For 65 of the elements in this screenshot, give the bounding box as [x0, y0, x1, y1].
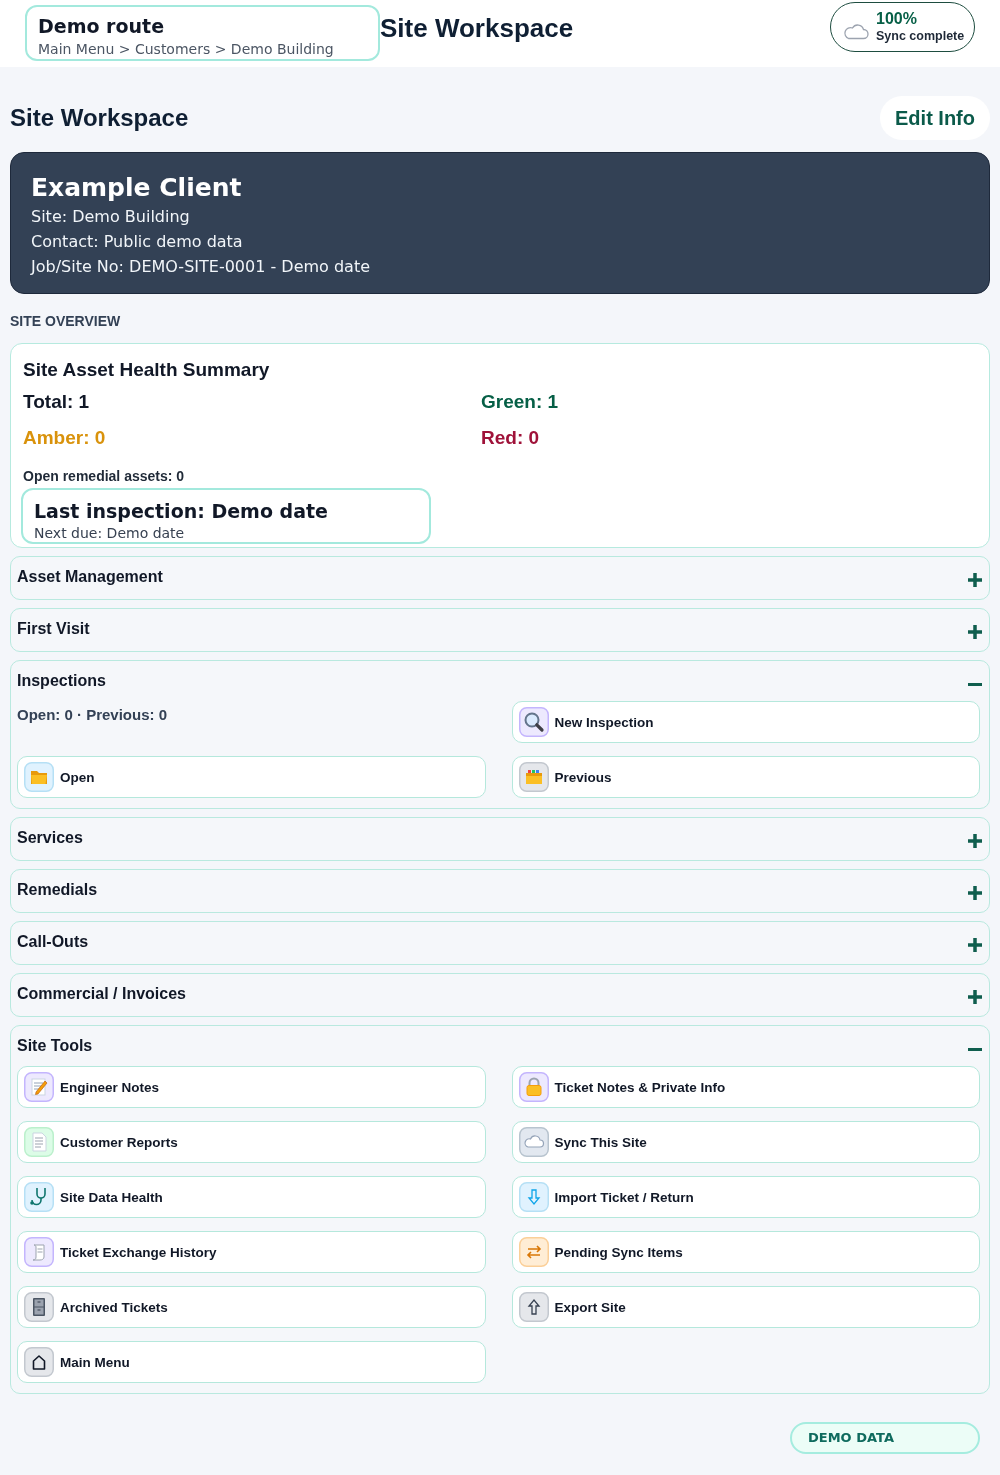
section-title: First Visit [17, 619, 90, 639]
section-title: Site Tools [17, 1036, 93, 1056]
expand-icon[interactable] [968, 573, 982, 587]
tool-button[interactable]: Customer Reports [17, 1121, 486, 1163]
file-cabinet-icon [24, 1292, 54, 1322]
search-icon [518, 707, 549, 737]
note-pencil-icon [24, 1072, 54, 1102]
swap-arrows-icon [518, 1237, 549, 1267]
scroll-icon [24, 1237, 54, 1267]
health-summary-title: Site Asset Health Summary [23, 358, 271, 382]
tool-button[interactable]: Previous [511, 756, 980, 798]
tool-button[interactable]: Engineer Notes [17, 1066, 486, 1108]
section-title: Services [17, 828, 83, 848]
tool-button[interactable]: Ticket Exchange History [17, 1231, 486, 1273]
expand-icon[interactable] [968, 834, 982, 848]
folder-icon [24, 762, 54, 792]
page-title: Site Workspace [10, 103, 189, 133]
expand-icon[interactable] [968, 938, 982, 952]
tool-button[interactable]: Open [17, 756, 486, 798]
expand-icon[interactable] [968, 625, 982, 639]
page-header-title: Site Workspace [380, 12, 574, 45]
breadcrumb: Main Menu > Customers > Demo Building [38, 41, 335, 57]
collapse-icon[interactable] [968, 682, 982, 686]
tool-button[interactable]: Archived Tickets [17, 1286, 486, 1328]
tool-button[interactable]: Main Menu [17, 1341, 486, 1383]
folder-tabs-icon [518, 762, 549, 792]
stethoscope-icon [24, 1182, 54, 1212]
collapse-icon[interactable] [968, 1047, 982, 1051]
client-detail: Job/Site No: DEMO-SITE-0001 - Demo date [31, 256, 372, 278]
cloud-icon [518, 1127, 549, 1157]
route-title: Demo route [38, 14, 166, 38]
tool-button[interactable]: Pending Sync Items [511, 1231, 980, 1273]
health-stat: Amber: 0 [23, 426, 107, 450]
section-title: Asset Management [17, 567, 163, 587]
section-summary: Open: 0 · Previous: 0 [17, 705, 168, 725]
tool-button[interactable]: Export Site [511, 1286, 980, 1328]
demo-data-badge: DEMO DATA [790, 1422, 980, 1454]
tool-button[interactable]: New Inspection [511, 701, 980, 743]
edit-info-button[interactable]: Edit Info [880, 96, 990, 140]
health-stat: Total: 1 [23, 390, 91, 414]
lock-icon [518, 1072, 549, 1102]
client-name: Example Client [31, 172, 243, 204]
expand-icon[interactable] [968, 886, 982, 900]
sync-status-label: Sync complete [876, 28, 965, 44]
document-icon [24, 1127, 54, 1157]
section-label: SITE OVERVIEW [10, 312, 122, 330]
expand-icon[interactable] [968, 990, 982, 1004]
section-title: Call-Outs [17, 932, 89, 952]
section-title: Remedials [17, 880, 98, 900]
section-title: Commercial / Invoices [17, 984, 186, 1004]
last-inspection-date: Last inspection: Demo date [34, 499, 329, 523]
section-title: Inspections [17, 671, 106, 691]
client-detail: Site: Demo Building [31, 206, 191, 228]
sync-percent: 100% [876, 10, 918, 28]
cloud-icon [843, 22, 869, 40]
tool-button[interactable]: Import Ticket / Return [511, 1176, 980, 1218]
next-due-date: Next due: Demo date [34, 525, 186, 541]
health-stat: Green: 1 [481, 390, 560, 414]
tool-button[interactable]: Ticket Notes & Private Info [511, 1066, 980, 1108]
home-icon [24, 1347, 54, 1377]
tool-button[interactable]: Site Data Health [17, 1176, 486, 1218]
open-remedial-count: Open remedial assets: 0 [23, 467, 186, 485]
tool-button[interactable]: Sync This Site [511, 1121, 980, 1163]
client-detail: Contact: Public demo data [31, 231, 244, 253]
health-stat: Red: 0 [481, 426, 541, 450]
